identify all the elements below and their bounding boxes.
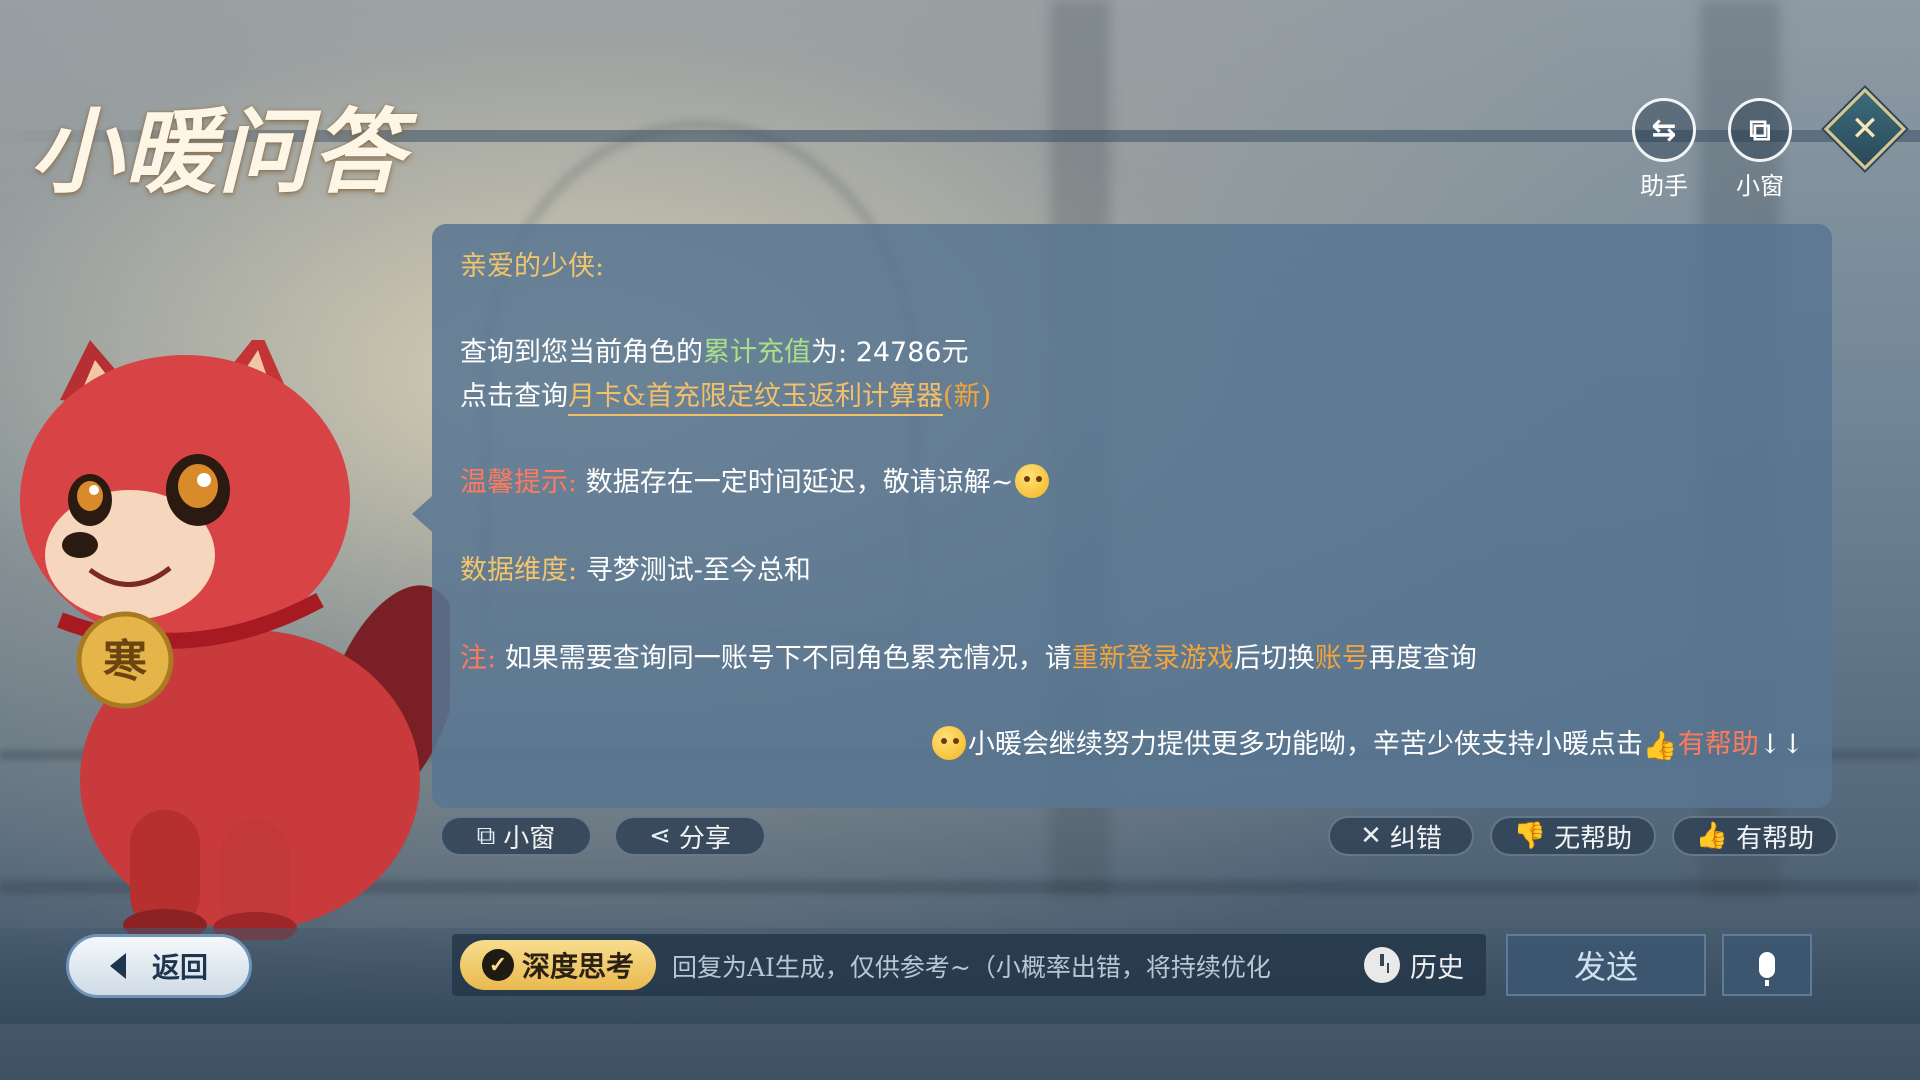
wink-emoji-icon: [931, 725, 966, 760]
mini-window-icon: ⧉: [476, 820, 496, 851]
history-button[interactable]: 历史: [1364, 940, 1464, 990]
not-helpful-button[interactable]: 👎 无帮助: [1490, 816, 1656, 856]
calculator-line: 点击查询月卡&首充限定纹玉返利计算器(新): [460, 374, 992, 416]
tip-label: 温馨提示:: [460, 467, 578, 498]
footer-arrows: ↓↓: [1758, 729, 1804, 760]
note-text-3: 再度查询: [1368, 643, 1477, 674]
deep-think-label: 深度思考: [521, 950, 634, 983]
assistant-button[interactable]: ⇆ 助手: [1622, 98, 1706, 201]
greeting: 亲爱的少侠:: [460, 251, 605, 282]
back-button[interactable]: 返回: [66, 934, 252, 998]
input-placeholder: 回复为AI生成，仅供参考~（小概率出错，将持续优化: [672, 953, 1271, 982]
tip-line: 温馨提示: 数据存在一定时间延迟，敬请谅解~: [460, 460, 1051, 501]
page-title: 小暖问答: [30, 98, 407, 206]
swap-icon: ⇆: [1632, 98, 1696, 162]
thumbs-down-icon: 👎: [1513, 821, 1547, 851]
thumbs-up-icon: 👍: [1695, 821, 1729, 851]
note-label: 注:: [460, 643, 497, 674]
wink-emoji-icon: [1015, 463, 1050, 498]
dimension-text: 寻梦测试-至今总和: [585, 555, 811, 586]
check-icon: ✓: [481, 949, 514, 981]
mascot-medal-text: 寒: [103, 636, 147, 687]
note-text-1: 如果需要查询同一账号下不同角色累充情况，请: [504, 643, 1072, 674]
recharge-middle: 为:: [811, 337, 848, 368]
x-icon: ✕: [1360, 821, 1382, 851]
share-button[interactable]: ⋖ 分享: [614, 816, 766, 856]
recharge-prefix: 查询到您当前角色的: [460, 337, 703, 368]
footer-text: 小暖会继续努力提供更多功能呦，辛苦少侠支持小暖点击: [967, 729, 1643, 760]
close-icon: ✕: [1850, 109, 1880, 149]
clock-icon: [1364, 947, 1400, 983]
share-button-label: 分享: [678, 823, 731, 854]
close-button[interactable]: ✕: [1823, 87, 1907, 171]
answer-bubble: 亲爱的少侠: 查询到您当前角色的累计充值为: 24786元 点击查询月卡&首充限…: [412, 224, 1832, 808]
note-text-2: 后切换: [1233, 643, 1315, 674]
mini-window-button[interactable]: ⧉ 小窗: [440, 816, 592, 856]
share-icon: ⋖: [649, 821, 671, 851]
assistant-label: 助手: [1640, 172, 1688, 200]
recharge-line: 查询到您当前角色的累计充值为: 24786元: [460, 330, 969, 369]
footer-helpful: 有帮助: [1677, 729, 1759, 760]
mascot-fox: 寒: [20, 340, 450, 940]
tip-text: 数据存在一定时间延迟，敬请谅解~: [585, 467, 1014, 498]
helpful-button[interactable]: 👍 有帮助: [1672, 816, 1838, 856]
back-button-label: 返回: [151, 951, 208, 984]
voice-button[interactable]: [1722, 934, 1812, 996]
not-helpful-button-label: 无帮助: [1554, 823, 1633, 854]
note-line: 注: 如果需要查询同一账号下不同角色累充情况，请重新登录游戏后切换账号再度查询: [460, 636, 1477, 675]
deep-think-toggle[interactable]: ✓ 深度思考: [460, 940, 656, 990]
microphone-icon: [1759, 952, 1775, 986]
back-arrow-icon: [109, 953, 126, 979]
helpful-button-label: 有帮助: [1736, 823, 1815, 854]
dimension-line: 数据维度: 寻梦测试-至今总和: [460, 548, 811, 587]
note-account: 账号: [1314, 643, 1369, 674]
calculator-new-tag: (新): [943, 381, 992, 412]
history-label: 历史: [1410, 952, 1464, 984]
mini-window-icon: ⧉: [1728, 98, 1792, 162]
note-relogin: 重新登录游戏: [1071, 643, 1234, 674]
footer-line: 小暖会继续努力提供更多功能呦，辛苦少侠支持小暖点击👍有帮助↓↓: [930, 722, 1804, 763]
thumbs-up-emoji-icon: 👍: [1642, 729, 1678, 762]
correct-button[interactable]: ✕ 纠错: [1328, 816, 1474, 856]
send-button-label: 发送: [1573, 948, 1638, 986]
game-screen: 小暖问答 ⇆ 助手 ⧉ 小窗 ✕ 寒 亲爱的少侠: 查询到您当前角色的累计充值为…: [0, 0, 1920, 1080]
recharge-highlight: 累计充值: [703, 337, 811, 368]
correct-button-label: 纠错: [1389, 823, 1442, 854]
mini-window-top-button[interactable]: ⧉ 小窗: [1718, 98, 1802, 201]
send-button[interactable]: 发送: [1506, 934, 1706, 996]
dimension-label: 数据维度:: [460, 555, 578, 586]
calculator-prefix: 点击查询: [460, 381, 568, 412]
mini-window-button-label: 小窗: [503, 823, 556, 854]
recharge-amount: 24786元: [855, 337, 969, 368]
mini-window-label: 小窗: [1736, 172, 1784, 200]
calculator-link[interactable]: 月卡&首充限定纹玉返利计算器: [568, 381, 944, 416]
